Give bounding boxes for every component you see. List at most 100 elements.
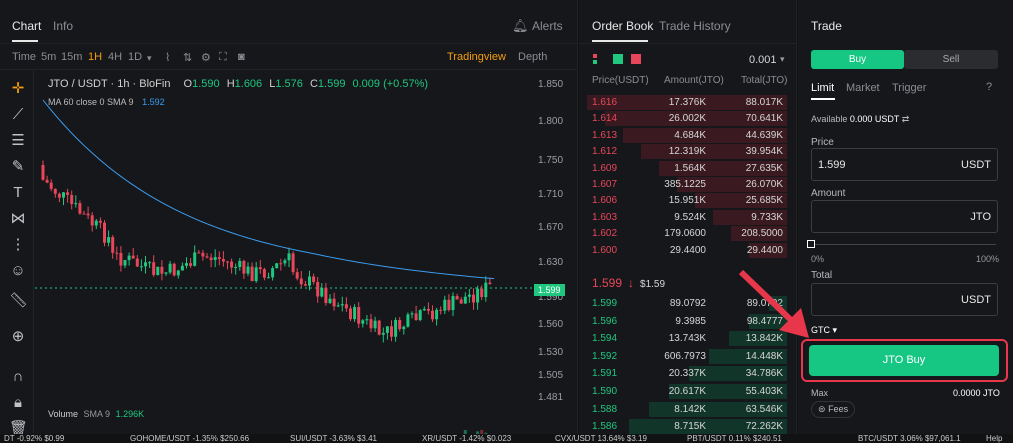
fib-icon[interactable]: ⋮ xyxy=(9,236,27,254)
asks-only-icon[interactable] xyxy=(631,54,641,64)
order-type-trigger[interactable]: Trigger xyxy=(892,82,926,94)
horizontal-lines-icon[interactable]: ☰ xyxy=(9,132,27,150)
ticker-item[interactable]: PBT/USDT 0.11% $240.51 xyxy=(687,434,782,443)
ask-row[interactable]: 1.613 4.684K 44.639K xyxy=(579,127,797,143)
ask-row[interactable]: 1.609 1.564K 27.635K xyxy=(579,160,797,176)
trend-line-icon[interactable]: ⟋ xyxy=(9,106,27,124)
tf-15m[interactable]: 15m xyxy=(61,51,82,63)
buy-submit-button[interactable]: JTO Buy xyxy=(809,345,999,376)
tf-1h[interactable]: 1H xyxy=(88,51,102,63)
tf-1d[interactable]: 1D xyxy=(128,51,142,63)
ticker-item[interactable]: DT -0.92% $0.99 xyxy=(4,434,64,443)
pattern-icon[interactable]: ⋈ xyxy=(9,210,27,228)
candle-body xyxy=(316,281,320,297)
candle-body xyxy=(344,304,348,309)
ask-row[interactable]: 1.603 9.524K 9.733K xyxy=(579,209,797,225)
ask-row[interactable]: 1.614 26.002K 70.641K xyxy=(579,110,797,127)
tab-info[interactable]: Info xyxy=(53,19,73,33)
order-type-limit[interactable]: Limit xyxy=(811,82,834,94)
ticker-item[interactable]: XR/USDT -1.42% $0.023 xyxy=(422,434,511,443)
ticker-item[interactable]: GOHOME/USDT -1.35% $250.66 xyxy=(130,434,249,443)
candle-body xyxy=(365,319,369,321)
drawing-toolbar: ✛ ⟋ ☰ ✎ T ⋈ ⋮ ☺ 📏︎ ⊕ ∩ 🔒︎ 🗑︎ xyxy=(0,70,34,443)
settings-icon[interactable]: ⚙ xyxy=(201,51,211,64)
transfer-icon[interactable]: ⇄ xyxy=(902,114,910,124)
chevron-down-icon[interactable]: ▾ xyxy=(780,54,785,65)
bid-row[interactable]: 1.590 20.617K 55.403K xyxy=(579,383,797,399)
candle-body xyxy=(414,313,418,321)
order-type-market[interactable]: Market xyxy=(846,82,880,94)
candle-body xyxy=(455,296,459,300)
ask-row[interactable]: 1.606 15.951K 25.685K xyxy=(579,192,797,209)
ticker-item[interactable]: CVX/USDT 13.64% $3.19 xyxy=(555,434,647,443)
ask-total: 39.954K xyxy=(745,146,783,158)
tf-4h[interactable]: 4H xyxy=(108,51,122,63)
candle-body xyxy=(217,257,221,260)
candle-body xyxy=(115,252,119,254)
bids-only-icon[interactable] xyxy=(613,54,623,64)
candle-body xyxy=(148,262,152,264)
lock-icon[interactable]: 🔒︎ xyxy=(9,394,27,412)
bid-amount: 89.0792 xyxy=(669,298,706,309)
fees-button[interactable]: ⊜ Fees xyxy=(811,401,856,418)
candle-body xyxy=(238,260,242,268)
total-field[interactable]: USDT xyxy=(811,283,998,316)
amount-field[interactable]: JTO xyxy=(811,200,998,233)
precision-select[interactable]: 0.001 xyxy=(749,54,777,66)
ask-row[interactable]: 1.607 385.1225 26.070K xyxy=(579,176,797,192)
bid-row[interactable]: 1.586 8.715K 72.262K xyxy=(579,418,797,435)
price-chart[interactable] xyxy=(35,70,532,443)
candle-body xyxy=(185,263,188,266)
bid-row[interactable]: 1.588 8.142K 63.546K xyxy=(579,401,797,417)
indicator-icon[interactable]: ⌇ xyxy=(165,51,170,64)
magnet-icon[interactable]: ∩ xyxy=(9,368,27,386)
slider-handle[interactable] xyxy=(807,240,815,248)
candle-body xyxy=(78,203,82,214)
candle-body xyxy=(295,272,299,279)
total-unit: USDT xyxy=(961,294,991,306)
bid-row[interactable]: 1.591 20.337K 34.786K xyxy=(579,365,797,382)
camera-icon[interactable]: ◙ xyxy=(238,51,245,63)
bid-row[interactable]: 1.592 606.7973 14.448K xyxy=(579,348,797,364)
ask-price: 1.609 xyxy=(592,162,618,174)
alerts-button[interactable]: Alerts xyxy=(532,19,563,33)
price-field[interactable]: 1.599 USDT xyxy=(811,148,998,181)
ruler-icon[interactable]: 📏︎ xyxy=(9,292,28,310)
ask-row[interactable]: 1.616 17.376K 88.017K xyxy=(579,94,797,110)
tab-trade-history[interactable]: Trade History xyxy=(659,19,731,33)
crosshair-icon[interactable]: ✛ xyxy=(9,80,27,98)
brush-icon[interactable]: ✎ xyxy=(9,158,27,176)
candle-body xyxy=(349,308,352,320)
ask-row[interactable]: 1.602 179.0600 208.5000 xyxy=(579,225,797,242)
candle-body xyxy=(209,257,213,261)
bell-icon[interactable]: 🔔︎ xyxy=(512,18,529,34)
fullscreen-icon[interactable]: ⛶ xyxy=(219,51,227,64)
scale-icon[interactable]: ⇅ xyxy=(183,51,192,64)
tab-chart[interactable]: Chart xyxy=(12,19,41,33)
amount-slider[interactable] xyxy=(814,244,996,245)
buy-tab[interactable]: Buy xyxy=(811,50,904,69)
chevron-down-icon[interactable]: ▾ xyxy=(147,53,152,64)
sell-tab[interactable]: Sell xyxy=(904,50,998,69)
emoji-icon[interactable]: ☺ xyxy=(9,262,27,280)
tab-order-book[interactable]: Order Book xyxy=(592,19,653,33)
candle-body xyxy=(357,307,361,324)
ticker-item[interactable]: SUI/USDT -3.63% $3.41 xyxy=(290,434,377,443)
help-circle-icon[interactable]: ? xyxy=(986,81,992,93)
candle-body xyxy=(57,193,61,198)
depth-tab[interactable]: Depth xyxy=(518,51,547,63)
zoom-icon[interactable]: ⊕ xyxy=(9,328,27,346)
tradingview-tab[interactable]: Tradingview xyxy=(447,51,506,63)
tf-5m[interactable]: 5m xyxy=(41,51,56,63)
both-sides-icon[interactable] xyxy=(593,54,603,64)
help-link[interactable]: Help xyxy=(986,434,1002,443)
ask-price: 1.616 xyxy=(592,97,618,108)
tab-underline xyxy=(12,40,38,42)
text-icon[interactable]: T xyxy=(9,184,27,202)
bid-price: 1.588 xyxy=(592,403,618,415)
ask-price: 1.603 xyxy=(592,211,618,223)
candle-body xyxy=(373,320,377,329)
ask-row[interactable]: 1.612 12.319K 39.954K xyxy=(579,143,797,160)
ask-row[interactable]: 1.600 29.4400 29.4400 xyxy=(579,242,797,258)
ticker-item[interactable]: BTC/USDT 3.06% $97,061.1 xyxy=(858,434,961,443)
